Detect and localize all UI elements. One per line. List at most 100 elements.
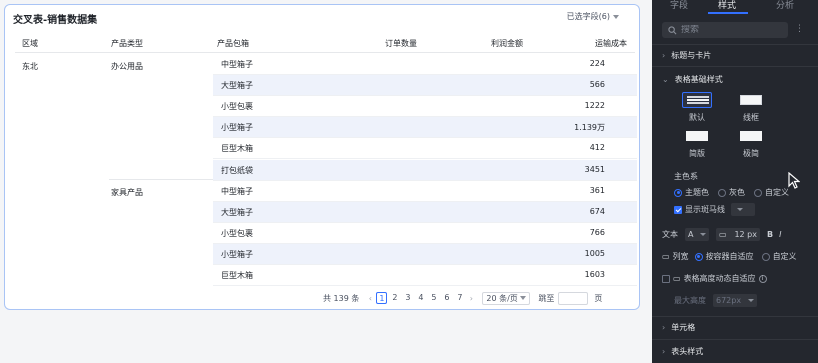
italic-button[interactable]: I — [779, 230, 781, 239]
header-cost[interactable]: 运输成本 — [595, 38, 627, 49]
style-option-default[interactable]: 默认 — [678, 92, 716, 123]
style-option-label: 默认 — [689, 113, 705, 122]
zebra-checkbox[interactable] — [674, 205, 682, 214]
section-header-style[interactable]: › 表头样式 — [662, 346, 703, 357]
radio-label: 自定义 — [765, 188, 789, 197]
category-divider — [109, 179, 213, 180]
next-page-button[interactable]: › — [466, 294, 476, 303]
style-thumb — [682, 92, 712, 108]
max-height-label: 最大高度 — [674, 296, 706, 305]
radio-custom[interactable] — [754, 188, 762, 197]
header-profit[interactable]: 利润金额 — [491, 38, 523, 49]
card-title: 交叉表-销售数据集 — [13, 15, 98, 26]
package-cell: 中型箱子 — [221, 60, 253, 69]
page-size-label: 20 条/页 — [486, 293, 518, 303]
prev-page-button[interactable]: ‹ — [365, 294, 375, 303]
search-input[interactable] — [681, 25, 781, 35]
page-button[interactable]: 1 — [376, 292, 388, 304]
table-row: 大型箱子566-1.487万976.5 — [213, 75, 637, 97]
font-size-value: 12 px — [734, 230, 757, 239]
package-cell: 打包纸袋 — [221, 165, 253, 175]
profit-cell: 8945 — [627, 207, 639, 216]
profit-cell: 1586 — [627, 228, 639, 237]
chevron-right-icon: › — [662, 51, 666, 60]
section-divider — [652, 44, 818, 45]
table-row: 巨型木箱1603-1.602万2786 — [213, 265, 637, 286]
profit-cell: -1.602万 — [627, 270, 639, 281]
package-cell: 小型箱子 — [221, 123, 253, 133]
page-button[interactable]: 4 — [415, 292, 426, 304]
table-row: 打包纸袋34513524274.6 — [213, 159, 637, 181]
profit-cell: 570.4 — [627, 101, 639, 110]
section-divider — [652, 316, 818, 317]
page-button[interactable]: 5 — [428, 292, 439, 304]
section-label: 标题与卡片 — [671, 51, 712, 60]
qty-cell: 224 — [589, 59, 605, 68]
bold-button[interactable]: B — [767, 230, 773, 239]
header-qty[interactable]: 订单数量 — [385, 38, 417, 49]
tab-fields[interactable]: 字段 — [670, 0, 688, 11]
search-icon — [668, 25, 677, 34]
zebra-color-select[interactable] — [731, 203, 755, 216]
section-table-base[interactable]: ⌄ 表格基础样式 — [662, 74, 723, 85]
page-button[interactable]: 2 — [389, 292, 400, 304]
style-option-simple[interactable]: 简版 — [678, 128, 716, 159]
font-size-select[interactable]: ▭ 12 px — [716, 228, 760, 241]
search-box[interactable] — [662, 22, 788, 38]
page-button[interactable]: 7 — [454, 292, 465, 304]
jump-page-input[interactable] — [558, 291, 589, 305]
chevron-down-icon — [737, 208, 743, 211]
field-select-dropdown[interactable]: 已选字段(6) — [567, 11, 619, 22]
style-option-label: 极简 — [743, 149, 759, 158]
thumb-lines — [687, 96, 709, 106]
style-option-wireframe[interactable]: 线框 — [732, 92, 770, 123]
category-cell: 家具产品 — [111, 188, 143, 197]
qty-cell: 1005 — [584, 248, 605, 258]
qty-cell: 3451 — [584, 164, 605, 174]
section-label: 单元格 — [671, 323, 696, 332]
style-thumb — [682, 128, 712, 144]
table-header: 区域 产品类型 产品包箱 订单数量 利润金额 运输成本 — [15, 33, 635, 53]
qty-cell: 766 — [589, 227, 605, 237]
chevron-down-icon — [520, 296, 527, 300]
package-cell: 巨型木箱 — [221, 271, 253, 280]
style-thumb — [736, 128, 766, 144]
height-checkbox[interactable] — [662, 274, 670, 283]
more-options-icon[interactable]: ⋮ — [795, 24, 804, 34]
profit-cell: 2704 — [627, 143, 639, 152]
crosstab-card[interactable]: 交叉表-销售数据集 已选字段(6) 区域 产品类型 产品包箱 订单数量 利润金额… — [4, 4, 640, 310]
qty-cell: 674 — [589, 206, 605, 216]
radio-container-fit[interactable] — [694, 252, 703, 261]
monitor-icon: ▭ — [719, 230, 727, 239]
radio-custom-width[interactable] — [761, 252, 770, 261]
tab-analysis[interactable]: 分析 — [776, 0, 794, 11]
table-row: 大型箱子6748945648.4 — [213, 201, 639, 223]
radio-gray[interactable] — [718, 188, 726, 197]
section-cell[interactable]: › 单元格 — [662, 322, 695, 333]
tab-style[interactable]: 样式 — [718, 0, 736, 11]
table-row: 中型箱子224-840.9109.6 — [213, 54, 637, 75]
page-size-select[interactable]: 20 条/页 — [482, 291, 531, 305]
page-button[interactable]: 3 — [402, 292, 413, 304]
chevron-right-icon: › — [662, 323, 666, 332]
page-button[interactable]: 6 — [441, 292, 452, 304]
monitor-icon: ▭ — [673, 274, 681, 283]
chevron-down-icon — [613, 14, 619, 19]
package-cell: 小型箱子 — [221, 249, 253, 259]
header-category[interactable]: 产品类型 — [111, 38, 143, 49]
max-height-value: 672px — [716, 296, 742, 305]
font-select[interactable]: A — [685, 228, 709, 241]
section-title-card[interactable]: › 标题与卡片 — [662, 50, 711, 61]
max-height-input[interactable]: 672px — [713, 294, 757, 307]
radio-theme-color[interactable] — [674, 188, 682, 197]
style-option-minimal[interactable]: 极简 — [732, 128, 770, 159]
chevron-down-icon: ⌄ — [662, 75, 669, 84]
section-divider — [652, 339, 818, 340]
header-region[interactable]: 区域 — [22, 38, 38, 49]
header-package[interactable]: 产品包箱 — [217, 38, 249, 49]
radio-label: 自定义 — [772, 252, 797, 261]
field-select-label: 已选字段(6) — [566, 12, 610, 21]
app-root: 交叉表-销售数据集 已选字段(6) 区域 产品类型 产品包箱 订单数量 利润金额… — [0, 0, 818, 363]
qty-cell: 1.139万 — [574, 123, 605, 133]
category-cell: 办公用品 — [111, 62, 143, 71]
